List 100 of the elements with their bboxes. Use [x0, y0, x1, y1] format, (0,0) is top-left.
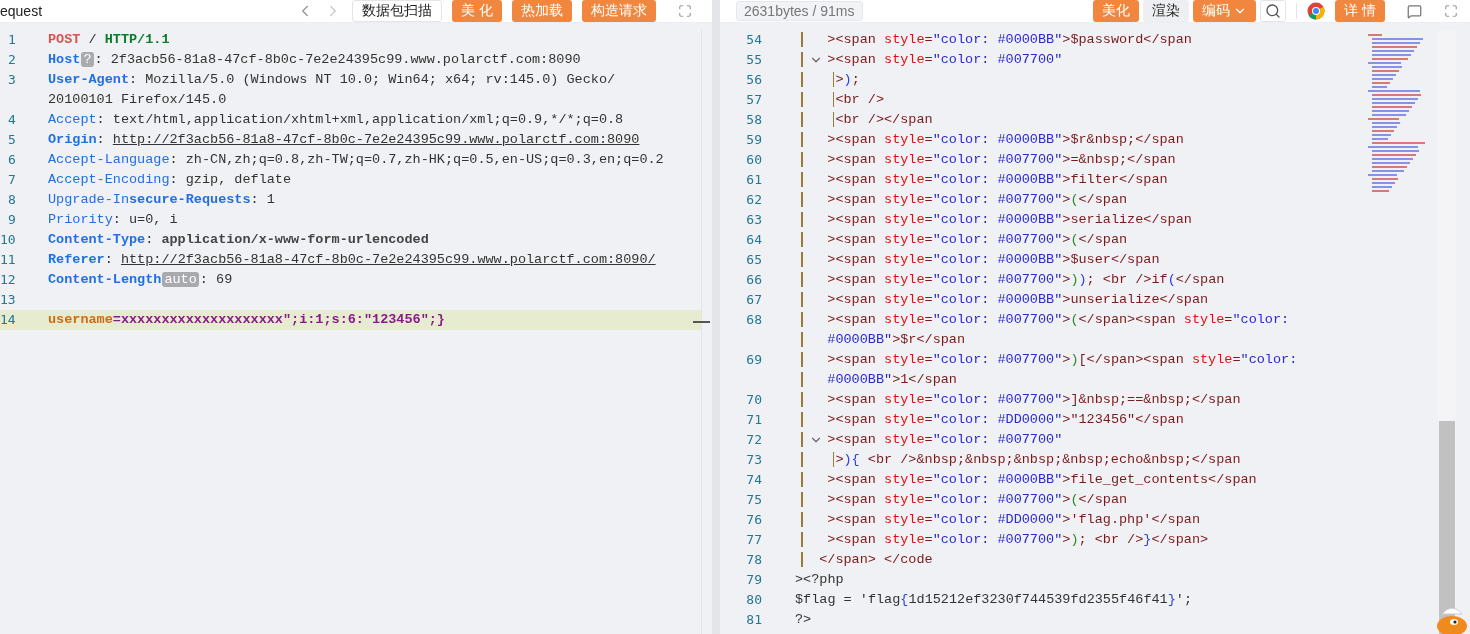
code-token: </span: [1078, 492, 1128, 507]
line-number: 62: [745, 191, 763, 209]
code-token: Content-Type: [48, 232, 146, 247]
code-token: "color: #007700": [932, 392, 1063, 407]
line-number: 71: [745, 411, 763, 429]
scan-button[interactable]: 数据包扫描: [352, 0, 443, 22]
code-token: ){: [843, 452, 860, 467]
code-token: : 69: [199, 272, 233, 287]
line-number: 59: [745, 131, 763, 149]
render-button[interactable]: 渲染: [1143, 0, 1190, 22]
code-token: =: [924, 252, 933, 267]
line-number: 8: [7, 191, 17, 209]
code-token: ><span: [827, 532, 877, 547]
code-token: Content-Length: [48, 272, 162, 287]
line-number: 56: [745, 71, 763, 89]
code-token: "color: #0000BB": [932, 472, 1063, 487]
code-token: (: [1070, 312, 1079, 327]
code-token: >file_get_contents</span: [1062, 472, 1257, 487]
code-token: >unserialize</span: [1062, 292, 1209, 307]
code-token: "color: #DD0000": [932, 412, 1063, 427]
code-token: >$user</span: [1062, 252, 1160, 267]
code-token: ><span: [827, 352, 877, 367]
code-token: =: [924, 472, 933, 487]
code-token: {: [900, 592, 909, 607]
code-token: >]&nbsp;==&nbsp;</span: [1062, 392, 1241, 407]
line-number: 2: [7, 51, 17, 69]
code-token: =xxxxxxxxxxxxxxxxxxxx";i:1;s:6:"123456";}: [112, 312, 445, 327]
code-token: >serialize</span: [1062, 212, 1192, 227]
line-number: 78: [745, 551, 763, 569]
line-number: 11: [0, 251, 17, 269]
code-token: http://2f3acb56-81a8-47cf-8b0c-7e2e24395c99.www.polarctf.com:8090: [112, 132, 640, 147]
code-token: </span><span: [1078, 312, 1177, 327]
code-token: <br /></span: [835, 112, 933, 127]
code-token: ; <br />if: [1086, 272, 1168, 287]
code-token: style: [884, 52, 925, 67]
code-token: Referer: [48, 252, 105, 267]
code-token: Upgrade-In: [48, 192, 129, 207]
code-token: </span>: [1151, 532, 1209, 547]
code-token: #0000BB": [827, 332, 893, 347]
line-number: 70: [745, 391, 763, 409]
code-token: style: [884, 532, 925, 547]
code-token: =: [924, 172, 933, 187]
code-token: =: [924, 292, 933, 307]
line-number: 69: [745, 351, 763, 369]
code-token: "color: #007700": [932, 352, 1063, 367]
comment-icon[interactable]: [1407, 3, 1422, 19]
code-token: style: [884, 212, 925, 227]
line-number: 57: [745, 91, 763, 109]
code-token: >: [835, 72, 844, 87]
code-token: ><span: [827, 212, 877, 227]
code-token: }: [1143, 532, 1152, 547]
code-token: ><span: [827, 232, 877, 247]
code-token: >1</span: [892, 372, 957, 387]
code-token: /: [87, 32, 98, 47]
code-token: style: [884, 232, 925, 247]
code-token: [</span><span: [1078, 352, 1185, 367]
code-token: style: [884, 132, 925, 147]
fullscreen-icon[interactable]: [678, 4, 692, 18]
code-token: "color: #0000BB": [932, 32, 1063, 47]
encode-button[interactable]: 编码: [1193, 0, 1257, 22]
code-token: >: [1062, 192, 1071, 207]
code-token: =: [924, 52, 933, 67]
code-token: :: [145, 232, 155, 247]
code-token: username: [48, 312, 113, 327]
beautify-button[interactable]: 美化: [1093, 0, 1140, 22]
chrome-icon[interactable]: [1307, 2, 1326, 20]
hot-reload-button[interactable]: 热加载: [512, 0, 572, 22]
code-token: #0000BB": [827, 372, 893, 387]
line-number: 58: [745, 111, 763, 129]
code-token: ): [1078, 272, 1087, 287]
code-token: style: [884, 412, 925, 427]
code-token: =: [924, 532, 933, 547]
code-token: ><span: [827, 292, 877, 307]
details-button[interactable]: 详 情: [1335, 0, 1385, 22]
hint-badge: auto: [162, 272, 199, 287]
code-token: >$password</span: [1062, 32, 1192, 47]
code-token: =: [924, 432, 933, 447]
code-token: >: [1062, 232, 1071, 247]
code-token: "color: #0000BB": [932, 292, 1063, 307]
line-number: 1: [7, 31, 17, 49]
code-token: ><span: [827, 152, 877, 167]
code-token: "color: #0000BB": [932, 132, 1063, 147]
build-request-button[interactable]: 构造请求: [582, 0, 656, 22]
code-token: style: [884, 192, 925, 207]
code-token: style: [884, 292, 925, 307]
line-number: 13: [0, 291, 17, 309]
line-number: 9: [7, 211, 17, 229]
search-button[interactable]: [1260, 0, 1287, 22]
code-token: http://2f3acb56-81a8-47cf-8b0c-7e2e24395c99.www.polarctf.com:8090/: [120, 252, 656, 267]
code-token: (: [1070, 232, 1079, 247]
code-token: =: [924, 152, 933, 167]
beautify-button[interactable]: 美 化: [452, 0, 502, 22]
code-token: style: [884, 432, 925, 447]
scrollbar[interactable]: [1438, 30, 1456, 634]
code-token: =: [924, 232, 933, 247]
code-token: ): [843, 72, 852, 87]
fullscreen-icon[interactable]: [1444, 4, 1458, 18]
line-number: 77: [745, 531, 763, 549]
code-token: Accept: [48, 112, 97, 127]
line-number: 6: [7, 151, 17, 169]
